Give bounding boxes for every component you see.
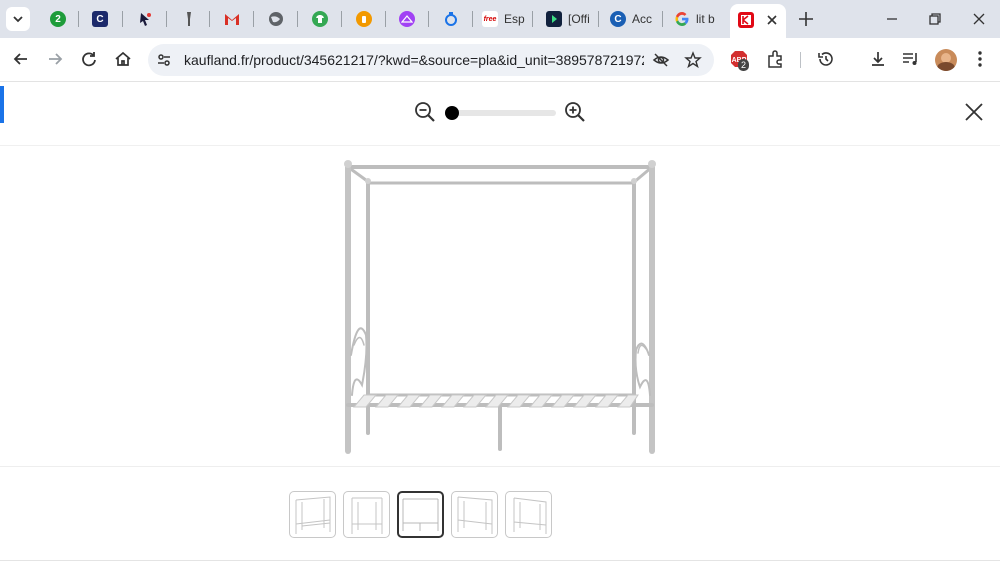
tab-2[interactable]: C bbox=[92, 6, 108, 32]
profile-avatar[interactable] bbox=[935, 49, 957, 71]
kaufland-icon bbox=[738, 12, 754, 28]
close-tab-icon[interactable] bbox=[766, 14, 778, 26]
minimize-icon[interactable] bbox=[882, 9, 902, 29]
menu-dots-icon[interactable] bbox=[969, 48, 991, 70]
tab-separator bbox=[598, 11, 599, 27]
eye-off-icon[interactable] bbox=[652, 51, 670, 69]
tab-separator bbox=[297, 11, 298, 27]
hanger-icon bbox=[399, 11, 415, 27]
bookmark-star-icon[interactable] bbox=[684, 51, 702, 69]
site-settings-icon[interactable] bbox=[156, 52, 172, 68]
new-tab-icon[interactable] bbox=[796, 9, 816, 29]
tab-3[interactable] bbox=[137, 6, 153, 32]
thumbnail-divider bbox=[0, 466, 1000, 467]
play-icon bbox=[546, 11, 562, 27]
tab-13[interactable]: C Acc bbox=[610, 6, 654, 32]
thumbnail-2[interactable] bbox=[343, 491, 390, 538]
restore-icon[interactable] bbox=[925, 9, 945, 29]
tab-active[interactable] bbox=[730, 4, 786, 38]
zoom-slider-track[interactable] bbox=[446, 110, 556, 116]
zoom-in-icon[interactable] bbox=[564, 101, 586, 123]
tab-search-button[interactable] bbox=[6, 7, 30, 31]
tab-title: Esp bbox=[504, 12, 525, 26]
gmail-icon bbox=[225, 14, 239, 25]
tab-separator bbox=[166, 11, 167, 27]
reload-icon[interactable] bbox=[78, 48, 100, 70]
c-logo-icon: C bbox=[92, 11, 108, 27]
tab-11[interactable]: free Esp bbox=[482, 6, 526, 32]
download-icon[interactable] bbox=[867, 48, 889, 70]
close-window-icon[interactable] bbox=[969, 9, 989, 29]
header-divider bbox=[0, 145, 1000, 146]
hand-icon bbox=[356, 11, 372, 27]
tab-separator bbox=[428, 11, 429, 27]
tab-separator bbox=[209, 11, 210, 27]
media-control-icon[interactable] bbox=[900, 48, 922, 70]
product-image bbox=[344, 160, 656, 454]
address-bar[interactable]: kaufland.fr/product/345621217/?kwd=&sour… bbox=[148, 44, 714, 76]
tab-14[interactable]: lit b bbox=[674, 6, 718, 32]
url-text: kaufland.fr/product/345621217/?kwd=&sour… bbox=[184, 52, 644, 68]
extensions-icon[interactable] bbox=[764, 48, 786, 70]
tab-5[interactable] bbox=[224, 6, 240, 32]
back-icon[interactable] bbox=[10, 48, 32, 70]
thumbnail-3[interactable] bbox=[397, 491, 444, 538]
c-circle-icon: C bbox=[610, 11, 626, 27]
pin-icon bbox=[187, 12, 191, 26]
zoom-out-icon[interactable] bbox=[414, 101, 436, 123]
tab-separator bbox=[341, 11, 342, 27]
adblock-extension[interactable]: ABP 2 bbox=[730, 50, 750, 71]
tab-6[interactable] bbox=[268, 6, 284, 32]
extension-badge: 2 bbox=[738, 59, 750, 71]
thumbnail-image bbox=[295, 496, 331, 534]
tab-separator bbox=[253, 11, 254, 27]
zoom-slider-handle[interactable] bbox=[445, 106, 459, 120]
tab-4[interactable] bbox=[182, 6, 196, 32]
thumbnail-image bbox=[513, 497, 547, 534]
history-icon[interactable] bbox=[815, 48, 837, 70]
tab-title: Acc bbox=[632, 12, 653, 26]
tab-separator bbox=[662, 11, 663, 27]
browser-toolbar: kaufland.fr/product/345621217/?kwd=&sour… bbox=[0, 38, 1000, 82]
ring-icon bbox=[445, 12, 457, 26]
accent-marker bbox=[0, 86, 4, 123]
google-icon bbox=[675, 12, 689, 26]
tab-1[interactable]: 2 bbox=[50, 6, 66, 32]
tab-8[interactable] bbox=[356, 6, 372, 32]
tab-title: lit b bbox=[696, 12, 715, 26]
forward-icon[interactable] bbox=[44, 48, 66, 70]
tab-title: [Offi bbox=[568, 12, 590, 26]
home-icon[interactable] bbox=[112, 48, 134, 70]
thumbnail-image bbox=[351, 497, 383, 534]
thumbnail-image bbox=[402, 498, 439, 531]
tab-separator bbox=[532, 11, 533, 27]
tab-separator bbox=[385, 11, 386, 27]
shirt-icon bbox=[312, 11, 328, 27]
globe-icon bbox=[269, 12, 283, 26]
tab-10[interactable] bbox=[443, 6, 459, 32]
chevron-down-icon bbox=[13, 16, 23, 23]
footer-divider bbox=[0, 560, 1000, 561]
tab-12[interactable]: [Offi bbox=[546, 6, 590, 32]
green-circle-icon: 2 bbox=[50, 11, 66, 27]
thumbnail-image bbox=[457, 496, 493, 534]
thumbnail-1[interactable] bbox=[289, 491, 336, 538]
thumbnail-5[interactable] bbox=[505, 491, 552, 538]
thumbnail-4[interactable] bbox=[451, 491, 498, 538]
free-icon: free bbox=[482, 11, 498, 27]
toolbar-separator bbox=[800, 52, 801, 68]
tab-separator bbox=[78, 11, 79, 27]
tab-separator bbox=[472, 11, 473, 27]
tab-separator bbox=[122, 11, 123, 27]
tab-strip: 2 C free Esp [Offi C Acc lit b bbox=[0, 0, 1000, 38]
cursor-star-icon bbox=[140, 13, 151, 26]
tab-7[interactable] bbox=[312, 6, 328, 32]
tab-9[interactable] bbox=[399, 6, 415, 32]
close-viewer-icon[interactable] bbox=[963, 101, 985, 123]
